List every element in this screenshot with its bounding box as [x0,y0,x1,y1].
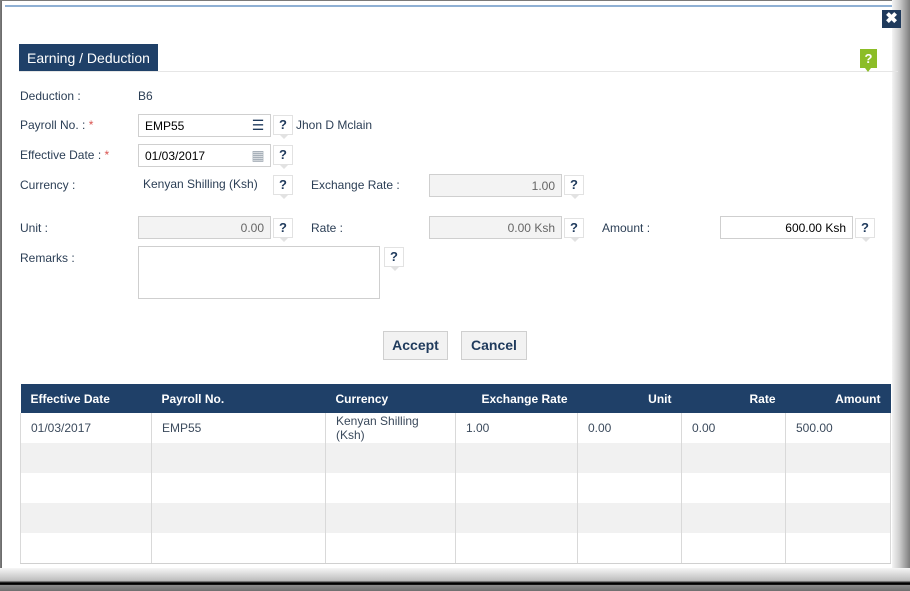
column-header-exchange-rate[interactable]: Exchange Rate [455,384,578,413]
exchange-rate-help-button[interactable]: ? [564,175,584,199]
accept-button[interactable]: Accept [383,331,448,360]
cell-amount: 500.00 [785,413,891,443]
title-divider [19,71,898,72]
effective-date-help-button[interactable]: ? [273,145,293,169]
amount-input[interactable] [720,216,853,239]
currency-value: Kenyan Shilling (Ksh) [143,177,258,191]
help-icon[interactable]: ? [860,49,877,72]
column-header-currency[interactable]: Currency [325,384,456,413]
employee-name: Jhon D Mclain [296,118,373,132]
empty-row [20,503,891,533]
deduction-value: B6 [138,89,153,103]
column-header-unit[interactable]: Unit [577,384,682,413]
cell-payroll-no: EMP55 [151,413,326,443]
remarks-textarea[interactable] [138,246,380,299]
payroll-label: Payroll No. : * [20,118,93,132]
column-header-amount[interactable]: Amount [785,384,891,413]
unit-input[interactable] [138,216,271,239]
remarks-label: Remarks : [20,251,75,265]
dialog-top-border [5,5,892,7]
column-header-effective-date[interactable]: Effective Date [20,384,152,413]
dialog-shadow-right [892,0,910,591]
deduction-label: Deduction : [20,89,81,103]
required-marker: * [104,148,110,162]
remarks-help-button[interactable]: ? [384,247,404,271]
table-row[interactable]: 01/03/2017 EMP55 Kenyan Shilling (Ksh) 1… [20,413,891,443]
amount-help-button[interactable]: ? [855,218,875,242]
empty-row [20,443,891,473]
cell-unit: 0.00 [577,413,682,443]
earning-deduction-grid: Effective Date Payroll No. Currency Exch… [20,384,891,564]
close-icon[interactable]: ✖ [882,10,901,28]
column-header-payroll-no[interactable]: Payroll No. [151,384,326,413]
rate-input[interactable] [429,216,562,239]
column-header-rate[interactable]: Rate [681,384,786,413]
dialog-shadow-bottom [0,568,910,591]
cell-effective-date: 01/03/2017 [20,413,152,443]
currency-help-button[interactable]: ? [273,175,293,199]
payroll-help-button[interactable]: ? [273,115,293,139]
rate-help-button[interactable]: ? [564,218,584,242]
currency-label: Currency : [20,178,76,192]
exchange-rate-label: Exchange Rate : [311,178,400,192]
empty-row [20,473,891,503]
cancel-button[interactable]: Cancel [461,331,527,360]
effective-date-label-text: Effective Date : [20,148,102,162]
grid-header-row: Effective Date Payroll No. Currency Exch… [20,384,891,413]
unit-help-button[interactable]: ? [273,218,293,242]
dialog-title: Earning / Deduction [19,44,158,72]
calendar-icon[interactable]: ▦ [250,147,266,163]
cell-rate: 0.00 [681,413,786,443]
cell-currency: Kenyan Shilling (Ksh) [325,413,456,443]
amount-label: Amount : [602,221,651,235]
cell-exchange-rate: 1.00 [455,413,578,443]
required-marker: * [88,118,94,132]
exchange-rate-input[interactable] [429,174,562,197]
empty-row [20,533,891,564]
list-icon[interactable]: ☰ [250,117,266,133]
rate-label: Rate : [311,221,344,235]
effective-date-label: Effective Date : * [20,148,109,162]
payroll-label-text: Payroll No. : [20,118,86,132]
unit-label: Unit : [20,221,49,235]
